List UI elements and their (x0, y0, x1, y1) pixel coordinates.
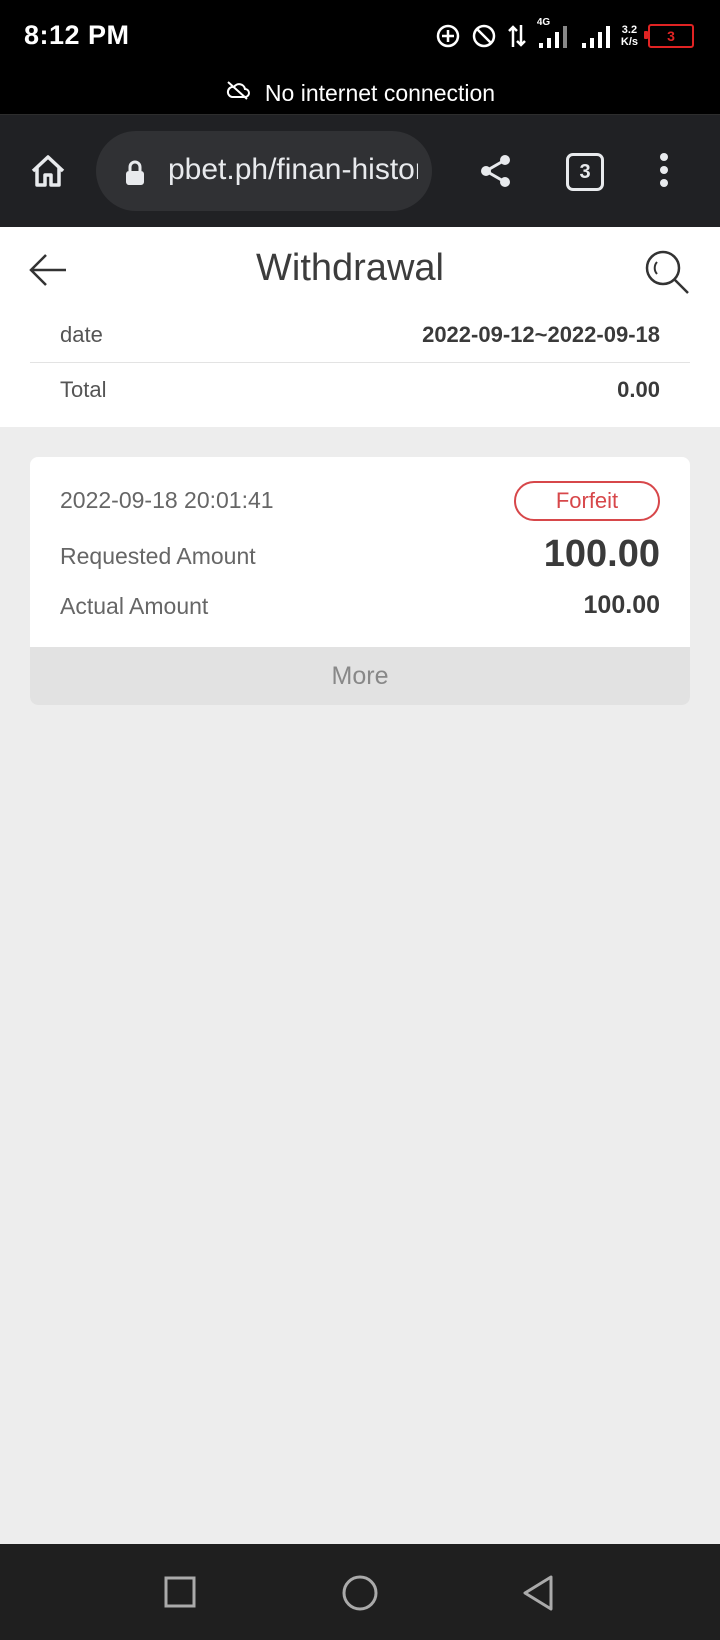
date-row[interactable]: date 2022-09-12~2022-09-18 (30, 308, 690, 363)
network-type: 4G (536, 17, 551, 28)
total-value: 0.00 (617, 377, 660, 402)
home-nav-icon[interactable] (341, 1574, 379, 1617)
offline-text: No internet connection (264, 79, 496, 106)
date-range-value[interactable]: 2022-09-12~2022-09-18 (422, 322, 660, 348)
net-speed-unit: K/s (620, 36, 638, 48)
do-not-disturb-icon (471, 23, 497, 49)
signal-icon: 4G (537, 17, 571, 49)
search-icon[interactable] (644, 249, 690, 295)
battery-icon: 3 (644, 24, 694, 48)
status-icons: 4G 3.2 K/s 3 (435, 17, 694, 54)
tabs-icon[interactable]: 3 (566, 153, 604, 191)
browser-toolbar: pbet.ph/finan-history 3 (0, 114, 720, 227)
page-header: Withdrawal date 2022-09-12~2022-09-18 To… (0, 227, 720, 427)
tab-count: 3 (579, 160, 591, 183)
status-time: 8:12 PM (24, 20, 130, 50)
more-button[interactable]: More (30, 647, 690, 705)
actual-amount-label: Actual Amount (60, 593, 209, 619)
status-badge: Forfeit (514, 481, 660, 521)
data-saver-icon (435, 23, 461, 49)
recents-icon[interactable] (164, 1576, 196, 1613)
system-nav-bar (0, 1544, 720, 1640)
withdrawal-record-card: 2022-09-18 20:01:41 Forfeit Requested Am… (30, 457, 690, 705)
total-row: Total 0.00 (30, 363, 690, 417)
net-speed: 3.2 K/s (621, 24, 638, 48)
data-transfer-icon (507, 23, 527, 49)
lock-icon[interactable] (124, 160, 146, 191)
date-label: date (60, 322, 103, 347)
status-bar: 8:12 PM 4G 3.2 K/s 3 (0, 0, 720, 72)
requested-amount-label: Requested Amount (60, 543, 256, 569)
url-bar[interactable]: pbet.ph/finan-history (96, 131, 432, 211)
signal-icon (581, 23, 611, 49)
share-icon[interactable] (478, 153, 514, 194)
cloud-off-icon (225, 79, 251, 107)
page-title: Withdrawal (256, 247, 444, 289)
back-nav-icon[interactable] (521, 1574, 555, 1617)
net-speed-value: 3.2 (621, 24, 638, 36)
offline-banner: No internet connection (0, 72, 720, 114)
requested-amount-value: 100.00 (543, 533, 660, 575)
actual-amount-value: 100.00 (583, 591, 660, 619)
url-text[interactable]: pbet.ph/finan-history (168, 153, 418, 187)
battery-level: 3 (667, 28, 675, 44)
record-datetime: 2022-09-18 20:01:41 (60, 487, 274, 513)
more-vert-icon[interactable] (656, 151, 672, 194)
home-icon[interactable] (28, 151, 68, 191)
total-label: Total (60, 377, 107, 402)
